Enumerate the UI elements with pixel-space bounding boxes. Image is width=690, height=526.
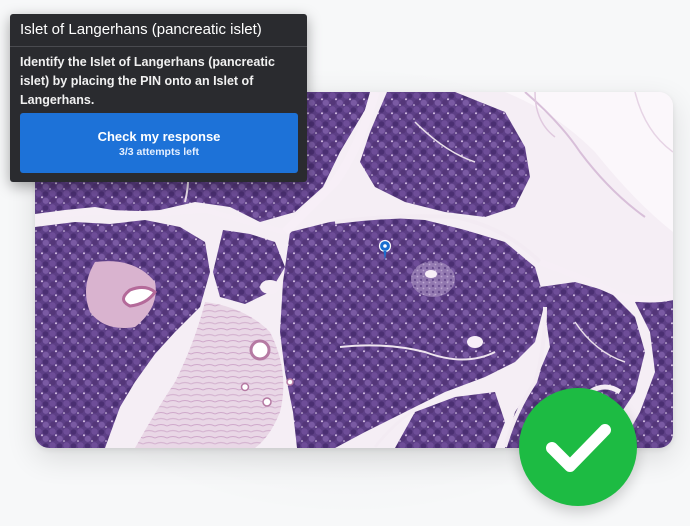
check-response-label: Check my response (97, 129, 221, 144)
question-title: Islet of Langerhans (pancreatic islet) (20, 21, 262, 38)
question-instruction: Identify the Islet of Langerhans (pancre… (20, 55, 275, 107)
success-badge (519, 388, 637, 506)
attempts-left-label: 3/3 attempts left (119, 146, 199, 158)
check-response-button[interactable]: Check my response 3/3 attempts left (20, 113, 298, 173)
question-panel: Islet of Langerhans (pancreatic islet) I… (10, 14, 307, 182)
panel-divider (10, 46, 307, 47)
checkmark-icon (546, 424, 611, 472)
